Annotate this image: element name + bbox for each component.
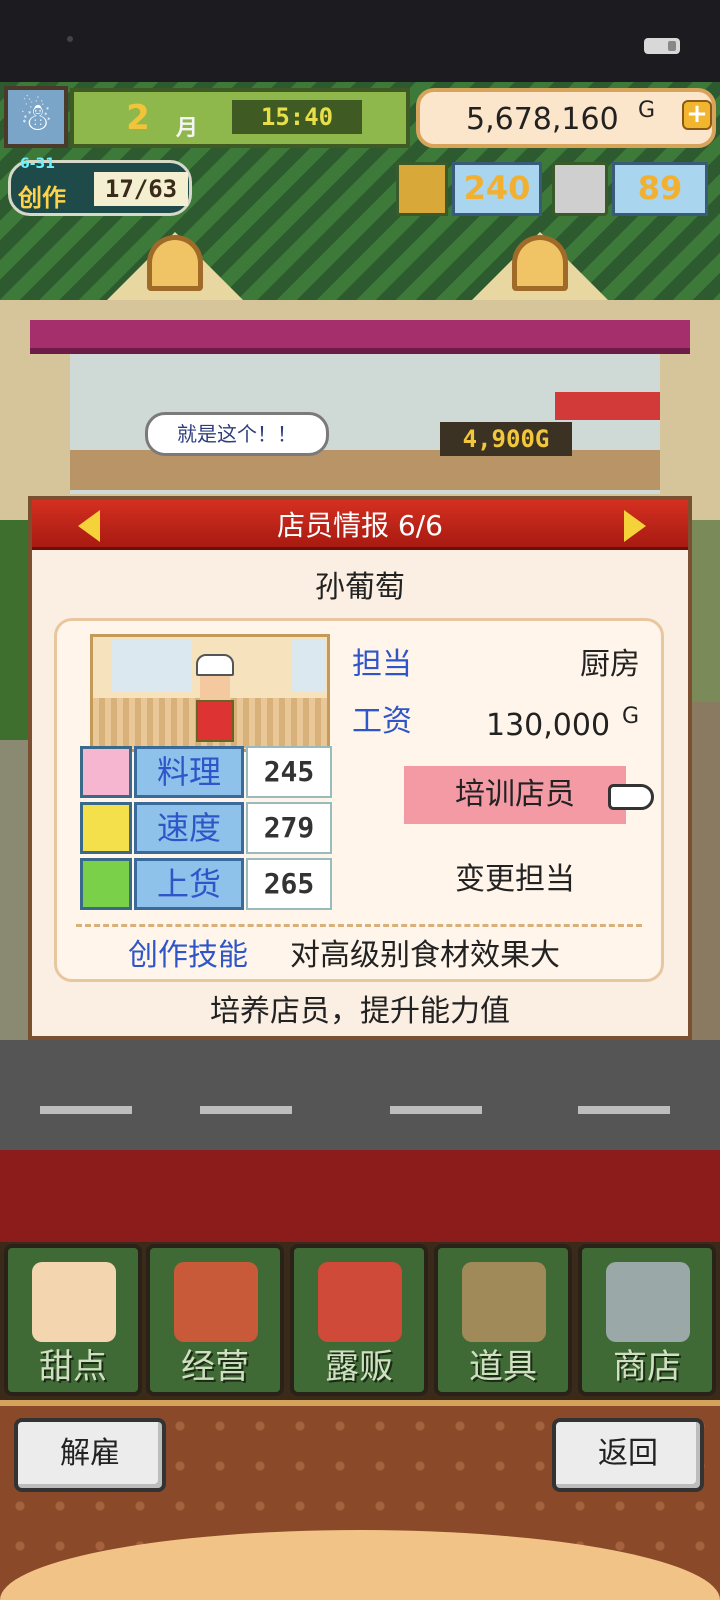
coin-count: 89: [612, 162, 708, 216]
stat-value: 265: [246, 858, 332, 910]
red-carpet: [0, 1150, 720, 1242]
menu-store[interactable]: 商店: [578, 1244, 716, 1396]
skill-label: 创作技能: [128, 938, 248, 973]
gold-count: 240: [452, 162, 542, 216]
create-date: 6-31: [20, 156, 56, 172]
role-label: 担当: [352, 647, 412, 682]
create-label: 创作: [18, 184, 66, 212]
stat-row: 速度 279: [80, 802, 336, 856]
staff-name: 孙葡萄: [315, 570, 405, 605]
skill-value: 对高级别食材效果大: [290, 938, 560, 973]
bowl-icon: [80, 746, 132, 798]
road: [0, 1040, 720, 1150]
attic-window: [512, 235, 568, 291]
snowman-icon: ☃: [18, 95, 54, 139]
menu-management[interactable]: 经营: [146, 1244, 284, 1396]
wage-value: 130,000: [486, 708, 611, 743]
wage-unit: G: [622, 704, 640, 729]
camera-dot: [67, 36, 73, 42]
dialog-title: 店员情报 6/6: [277, 509, 443, 542]
back-button[interactable]: 返回: [552, 1418, 704, 1492]
chef-face: [200, 676, 230, 700]
stat-value: 245: [246, 746, 332, 798]
add-money-button[interactable]: +: [682, 100, 712, 130]
snowman-avatar-button[interactable]: ☃: [4, 86, 68, 148]
pointing-hand-icon: [608, 784, 654, 810]
lane-marking: [578, 1106, 670, 1114]
cake-icon: [32, 1262, 116, 1342]
speech-bubble: 就是这个！！: [145, 412, 329, 456]
attic-window: [147, 235, 203, 291]
stat-label: 上货: [134, 858, 244, 910]
floating-sale-amount: 4,900G: [440, 422, 572, 456]
portrait-window: [292, 640, 326, 692]
stat-row: 料理 245: [80, 746, 336, 800]
clock-time: 15:40: [232, 100, 362, 134]
menu-label: 甜点: [39, 1347, 107, 1387]
lane-marking: [390, 1106, 482, 1114]
lane-marking: [200, 1106, 292, 1114]
divider: [76, 924, 642, 927]
battery-icon: [644, 38, 680, 54]
menu-label: 露贩: [325, 1347, 393, 1387]
portrait-window: [112, 640, 192, 692]
gold-bar-icon: [396, 162, 448, 216]
bakery-counter: [70, 450, 660, 490]
shop-awning: [30, 320, 690, 354]
chef-body: [196, 700, 234, 742]
stat-label: 料理: [134, 746, 244, 798]
menu-label: 道具: [469, 1347, 537, 1387]
status-bar: [0, 0, 720, 82]
menu-items[interactable]: 道具: [434, 1244, 572, 1396]
fire-staff-button[interactable]: 解雇: [14, 1418, 166, 1492]
money-unit: G: [638, 98, 656, 123]
train-staff-button[interactable]: 培训店员: [404, 766, 626, 824]
next-staff-arrow-icon[interactable]: [624, 510, 646, 542]
lane-marking: [40, 1106, 132, 1114]
stall-awning: [555, 392, 660, 420]
role-value: 厨房: [580, 647, 640, 682]
tree: [0, 520, 30, 740]
create-count: 17/63: [94, 172, 188, 206]
month-label: 月: [176, 116, 199, 141]
stat-row: 上货 265: [80, 858, 336, 912]
chef-hat-icon: [196, 654, 234, 676]
month-number: 2: [126, 98, 150, 138]
menu-label: 经营: [181, 1347, 249, 1387]
menu-street-stall[interactable]: 露贩: [290, 1244, 428, 1396]
gear-bag-icon: [462, 1262, 546, 1342]
stat-value: 279: [246, 802, 332, 854]
food-truck-icon: [318, 1262, 402, 1342]
stat-label: 速度: [134, 802, 244, 854]
coin-icon: [552, 162, 608, 216]
rocket-icon: [80, 802, 132, 854]
drumstick-icon: [80, 858, 132, 910]
change-role-button[interactable]: 变更担当: [404, 856, 626, 904]
previous-staff-arrow-icon[interactable]: [78, 510, 100, 542]
shop-icon: [174, 1262, 258, 1342]
hint-text: 培养店员，提升能力值: [210, 994, 510, 1029]
money-value: 5,678,160: [466, 102, 619, 137]
wage-label: 工资: [352, 704, 412, 739]
menu-dessert[interactable]: 甜点: [4, 1244, 142, 1396]
cart-icon: [606, 1262, 690, 1342]
menu-label: 商店: [613, 1347, 681, 1387]
